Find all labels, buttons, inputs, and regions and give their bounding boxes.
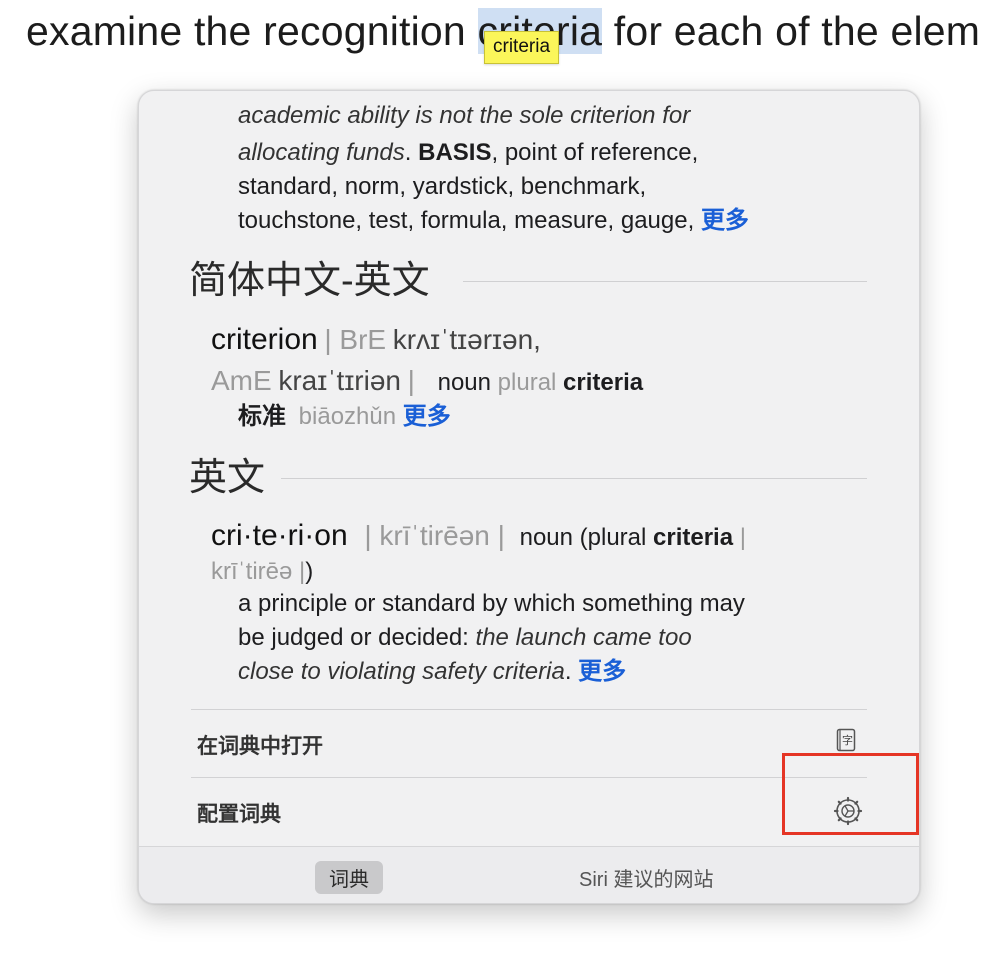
zh-entry-line2: AmE kraɪˈtɪriən | noun plural criteria <box>211 365 644 396</box>
configure-dictionary-label: 配置词典 <box>197 803 281 826</box>
svg-text:字: 字 <box>842 733 853 747</box>
sentence-before: examine the recognition <box>26 8 478 54</box>
section-title-en: 英文 <box>189 457 266 499</box>
open-in-dictionary-row[interactable]: 在词典中打开 字 <box>191 710 867 776</box>
tab-dictionary[interactable]: 词典 <box>315 861 383 894</box>
zh-translation-line: 标准 biāozhǔn 更多 <box>238 403 451 430</box>
zh-translation: 标准 <box>238 403 286 430</box>
tab-siri-suggested-websites[interactable]: Siri 建议的网站 <box>565 861 727 894</box>
zh-headword: criterion <box>211 323 318 356</box>
section-rule <box>463 281 867 282</box>
thesaurus-line2: allocating funds. BASIS, point of refere… <box>238 139 699 166</box>
highlight-annotation-box <box>782 753 919 835</box>
open-in-dictionary-label: 在词典中打开 <box>197 735 323 758</box>
section-title-zh-en: 简体中文-英文 <box>189 260 430 302</box>
thesaurus-example-line1: academic ability is not the sole criteri… <box>238 102 691 129</box>
zh-entry-line1: criterion | BrE krʌɪˈtɪərɪən, <box>211 323 541 356</box>
en-definition-line3: close to violating safety criteria. 更多 <box>238 658 627 685</box>
thesaurus-more-link[interactable]: 更多 <box>701 207 749 234</box>
en-entry-line1: cri·te·ri·on | krīˈtirēən | noun (plural… <box>211 519 746 552</box>
en-headword: cri·te·ri·on <box>211 519 348 552</box>
configure-dictionary-row[interactable]: 配置词典 <box>191 778 867 844</box>
section-rule <box>281 478 867 479</box>
lookup-tooltip: criteria <box>484 31 560 64</box>
sentence-after: for each of the elem <box>602 8 981 54</box>
popover-footer: 词典 Siri 建议的网站 <box>139 846 919 903</box>
thesaurus-line4: touchstone, test, formula, measure, gaug… <box>238 207 749 234</box>
en-definition-line1: a principle or standard by which somethi… <box>238 590 745 617</box>
zh-more-link[interactable]: 更多 <box>403 403 451 430</box>
en-definition-line2: be judged or decided: the launch came to… <box>238 624 692 651</box>
thesaurus-line3: standard, norm, yardstick, benchmark, <box>238 173 647 200</box>
en-more-link[interactable]: 更多 <box>578 658 626 685</box>
en-entry-line2: krīˈtirēə |) <box>211 558 314 585</box>
